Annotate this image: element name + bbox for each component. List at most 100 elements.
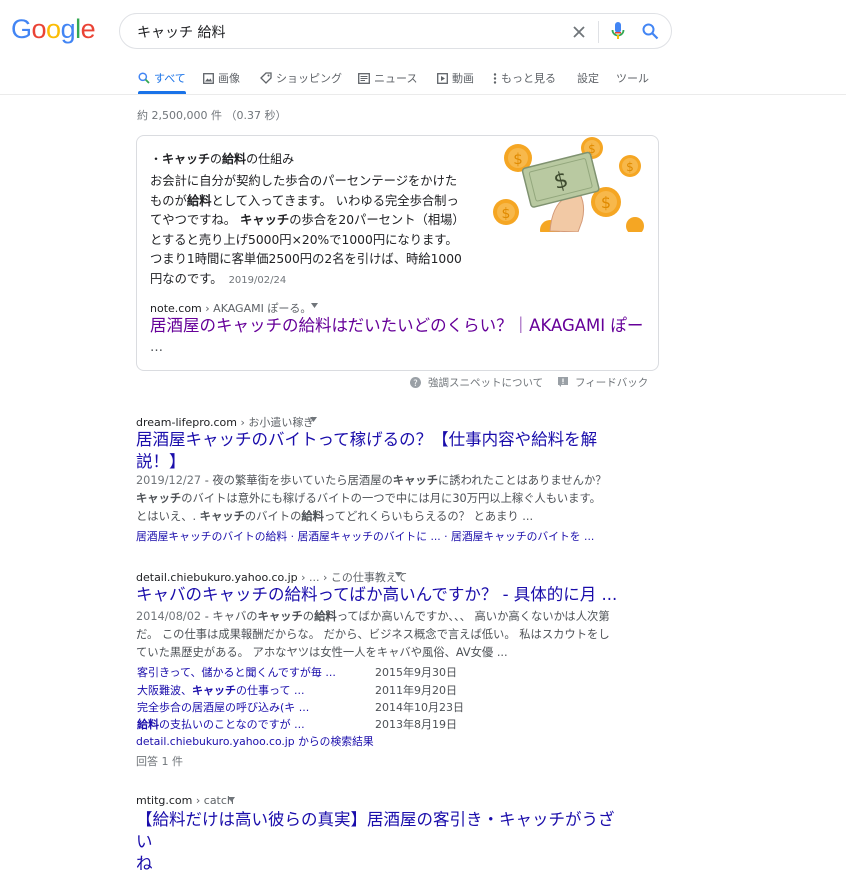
text: ってどれくらいもらえるの？ とあまり ... — [323, 510, 534, 523]
tab-label: ニュース — [374, 72, 418, 85]
title-line: 居酒屋キャッチのバイトって稼げるの？【仕事内容や給料を解 — [136, 430, 598, 449]
text: キャッチ — [136, 492, 182, 505]
result-date: 2014/08/02 — [136, 610, 202, 623]
feedback-link[interactable]: フィードバック — [575, 375, 648, 390]
cite-domain: detail.chiebukuro.yahoo.co.jp — [136, 571, 298, 584]
tab-tools[interactable]: ツール — [616, 70, 649, 86]
text: キャッチ — [162, 152, 211, 166]
cite-path: › AKAGAMI ぽーる。 — [201, 302, 312, 315]
snippet-text: お会計に自分が契約した歩合のパーセンテージをかけたものが給料として入ってきます。… — [150, 172, 468, 290]
text: 完全歩合の居酒屋の呼び込み(キ ... — [137, 701, 310, 714]
logo-letter: g — [60, 14, 76, 44]
tab-label: すべて — [154, 72, 186, 85]
result-title[interactable]: 【給料だけは高い彼らの真実】居酒屋の客引き・キャッチがうざいね — [136, 809, 626, 875]
money-hand-illustration[interactable]: $ $ $ $ $ $ — [490, 136, 650, 232]
result-cite: detail.chiebukuro.yahoo.co.jp › ... › この… — [136, 569, 407, 585]
text: の — [302, 610, 315, 623]
result-sitelinks[interactable]: 居酒屋キャッチのバイトの給料 · 居酒屋キャッチのバイトに ... · 居酒屋キ… — [136, 528, 594, 544]
result-date: 2019/12/27 — [136, 474, 202, 487]
text: 大阪難波、 — [137, 684, 192, 697]
text: に誘われたことはありませんか？ — [438, 474, 607, 487]
text: ・ — [150, 152, 163, 166]
tab-settings[interactable]: 設定 — [577, 70, 599, 86]
svg-text:$: $ — [626, 160, 634, 174]
result-description: 2014/08/02 - キャバのキャッチの給料ってばか高いんですか、、、 高い… — [136, 608, 616, 662]
tab-all[interactable]: すべて — [138, 70, 186, 86]
text: の仕組み — [246, 152, 295, 166]
tab-more[interactable]: もっと見る — [493, 70, 556, 86]
related-question-date: 2011年9月20日 — [375, 684, 457, 697]
text: キャッチ — [257, 610, 303, 623]
text: の支払いのことなのですが ... — [159, 718, 305, 731]
tag-icon — [260, 72, 272, 84]
help-icon: ? — [410, 377, 421, 388]
text: のバイトの — [244, 510, 302, 523]
cite-domain: note.com — [150, 302, 202, 315]
dropdown-arrow-icon[interactable] — [311, 303, 318, 308]
cite-path: › お小遣い稼ぎ — [237, 416, 315, 429]
logo-letter: G — [11, 14, 32, 44]
text: 給料 — [314, 610, 337, 623]
clear-icon[interactable] — [568, 21, 590, 43]
about-snippet-link[interactable]: 強調スニペットについて — [428, 375, 543, 390]
microphone-icon[interactable] — [607, 20, 629, 42]
text: キャッチ — [199, 510, 245, 523]
answer-count: 回答 1 件 — [136, 755, 183, 768]
text: の — [210, 152, 223, 166]
dropdown-arrow-icon[interactable] — [395, 572, 402, 577]
cite-domain: mtitg.com — [136, 794, 193, 807]
google-logo[interactable]: Google — [11, 14, 96, 45]
tab-label: ツール — [616, 72, 649, 85]
text: 給料 — [301, 510, 324, 523]
result-description: 2019/12/27 - 夜の繁華街を歩いていたら居酒屋のキャッチに誘われたこと… — [136, 472, 611, 526]
snippet-link-ellipsis: … — [150, 340, 163, 355]
title-line: 【給料だけは高い彼らの真実】居酒屋の客引き・キャッチがうざい — [136, 810, 615, 851]
text: キャッチ — [392, 474, 438, 487]
tab-images[interactable]: 画像 — [203, 70, 240, 86]
text: の仕事って ... — [236, 684, 305, 697]
coin-icon: $ — [493, 199, 519, 225]
search-icon[interactable] — [639, 20, 661, 42]
result-cite: dream-lifepro.com › お小遣い稼ぎ — [136, 414, 314, 430]
dropdown-arrow-icon[interactable] — [228, 797, 235, 802]
snippet-heading: ・キャッチの給料の仕組み — [150, 150, 294, 167]
snippet-link-title[interactable]: 居酒屋のキャッチの給料はだいたいどのくらい？｜AKAGAMI ぽー — [150, 315, 643, 337]
header-divider — [0, 94, 846, 95]
snippet-cite: note.com › AKAGAMI ぽーる。 — [150, 300, 311, 316]
snippet-date: 2019/02/24 — [228, 274, 287, 286]
related-question-date: 2013年8月19日 — [375, 718, 457, 731]
banknote-icon: $ — [521, 151, 600, 208]
svg-text:$: $ — [502, 206, 511, 222]
text: - 夜の繁華街を歩いていたら居酒屋の — [201, 474, 393, 487]
text: 客引きって、儲かると聞くんですが毎 ... — [137, 666, 336, 679]
tab-videos[interactable]: 動画 — [437, 70, 474, 86]
more-results-link[interactable]: detail.chiebukuro.yahoo.co.jp からの検索結果 — [136, 733, 374, 749]
tab-label: もっと見る — [501, 72, 556, 85]
text: 給料 — [137, 718, 159, 731]
search-input[interactable]: キャッチ 給料 — [137, 22, 225, 42]
logo-letter: o — [31, 14, 47, 44]
tab-shopping[interactable]: ショッピング — [260, 70, 342, 86]
svg-text:$: $ — [513, 150, 523, 168]
coin-icon: $ — [619, 155, 641, 177]
text: キャッチ — [240, 213, 290, 227]
text: キャッチ — [192, 684, 236, 697]
coin-icon — [626, 217, 644, 232]
feedback-icon — [558, 377, 568, 387]
logo-letter: o — [46, 14, 61, 44]
result-title[interactable]: キャバのキャッチの給料ってばか高いんですか？ - 具体的に月 ... — [136, 584, 617, 606]
tab-label: 画像 — [218, 72, 240, 85]
result-title[interactable]: 居酒屋キャッチのバイトって稼げるの？【仕事内容や給料を解 説！】 — [136, 429, 606, 473]
cite-domain: dream-lifepro.com — [136, 416, 237, 429]
tab-label: 動画 — [452, 72, 474, 85]
image-icon — [203, 72, 214, 84]
svg-text:?: ? — [413, 379, 418, 388]
related-question-date: 2014年10月23日 — [375, 701, 464, 714]
text: 給料 — [222, 152, 247, 166]
related-question-date: 2015年9月30日 — [375, 666, 457, 679]
cite-path: › ... › この仕事教えて — [297, 571, 408, 584]
more-vert-icon — [493, 72, 497, 84]
play-icon — [437, 72, 448, 84]
tab-news[interactable]: ニュース — [358, 70, 417, 86]
dropdown-arrow-icon[interactable] — [310, 417, 317, 422]
